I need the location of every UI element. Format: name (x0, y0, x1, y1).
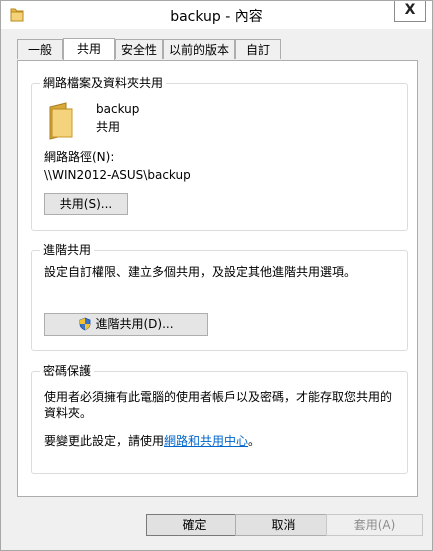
share-button[interactable]: 共用(S)... (44, 193, 128, 215)
properties-dialog: backup - 內容 X 一般 共用 安全性 以前的版本 自訂 網路檔案及資料… (0, 0, 433, 551)
folder-name: backup (96, 102, 140, 116)
ok-button[interactable]: 確定 (146, 514, 243, 536)
advanced-share-button[interactable]: 進階共用(D)... (44, 313, 208, 336)
title-bar: backup - 內容 X (1, 1, 432, 29)
window-title: backup - 內容 (170, 9, 263, 25)
network-path-value: \\WIN2012-ASUS\backup (44, 168, 191, 182)
password-description-line2: 資料夾。 (44, 406, 93, 420)
folder-icon (49, 102, 73, 140)
password-description-line1: 使用者必須擁有此電腦的使用者帳戶以及密碼，才能存取您共用的 (44, 390, 393, 404)
uac-shield-icon (80, 317, 91, 331)
apply-button[interactable]: 套用(A) (326, 514, 423, 536)
folder-share-status: 共用 (96, 120, 121, 134)
tab-general[interactable]: 一般 (17, 39, 63, 59)
tab-sharing[interactable]: 共用 (63, 38, 115, 60)
network-sharing-center-link[interactable]: 網路和共用中心 (164, 434, 248, 448)
change-setting-prefix: 要變更此設定，請使用 (44, 434, 165, 448)
tab-previous-versions[interactable]: 以前的版本 (163, 39, 235, 59)
cancel-button[interactable]: 取消 (235, 514, 332, 536)
close-button[interactable]: X (394, 1, 426, 22)
change-setting-suffix: 。 (248, 434, 261, 448)
tab-security[interactable]: 安全性 (115, 39, 163, 59)
tab-customize[interactable]: 自訂 (235, 39, 281, 59)
network-path-label: 網路路徑(N): (44, 150, 115, 164)
change-setting-text: 要變更此設定，請使用網路和共用中心。 (44, 433, 260, 449)
network-share-group-title: 網路檔案及資料夾共用 (40, 76, 167, 90)
advanced-share-group-title: 進階共用 (40, 243, 95, 257)
password-protection-group-title: 密碼保護 (40, 364, 95, 378)
sharing-panel: 網路檔案及資料夾共用 backup 共用 網路路徑(N): \\WIN2012-… (17, 60, 418, 497)
advanced-share-description: 設定自訂權限、建立多個共用，及設定其他進階共用選項。 (44, 265, 357, 279)
password-protection-group: 密碼保護 (31, 364, 408, 474)
advanced-share-button-label: 進階共用(D)... (95, 317, 174, 331)
